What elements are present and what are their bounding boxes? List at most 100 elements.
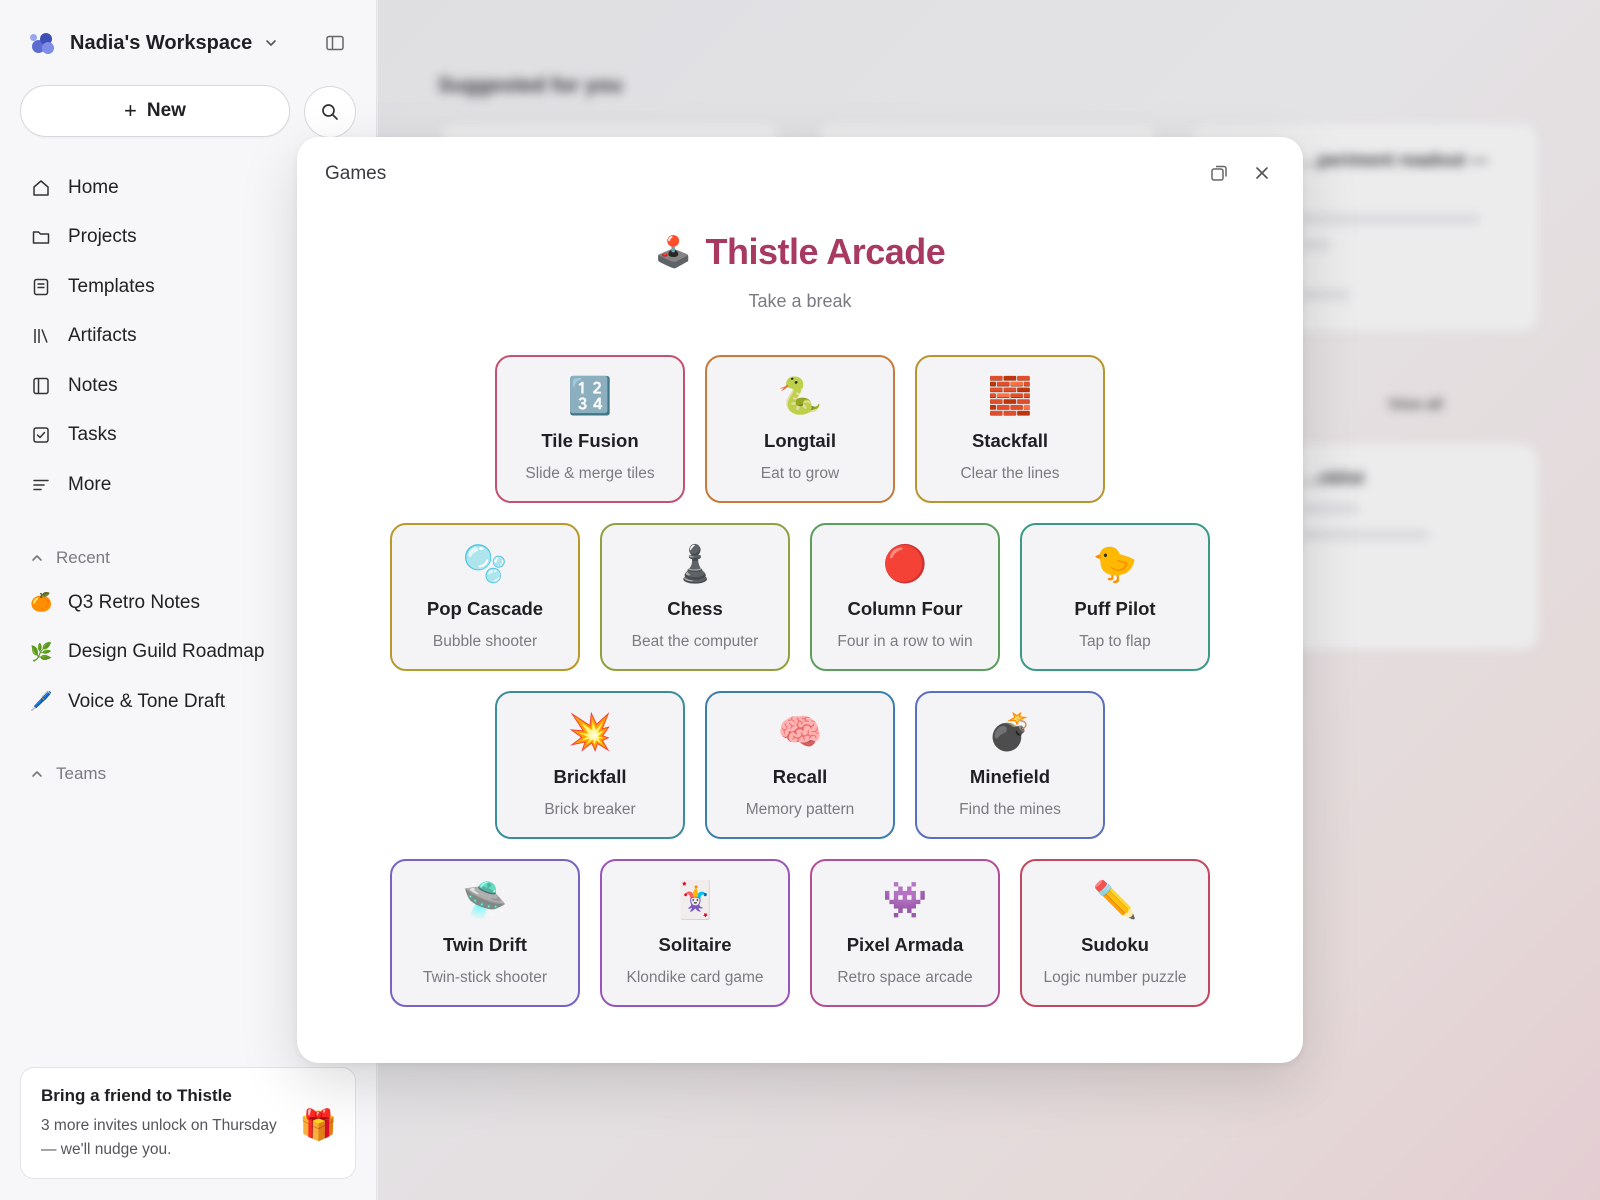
chevron-up-icon bbox=[32, 771, 42, 777]
game-name: Recall bbox=[772, 766, 828, 787]
game-description: Four in a row to win bbox=[837, 633, 973, 650]
notebook-icon bbox=[30, 375, 52, 397]
invite-promo-card[interactable]: Bring a friend to Thistle 3 more invites… bbox=[20, 1067, 356, 1179]
game-description: Brick breaker bbox=[544, 801, 636, 818]
game-name: Column Four bbox=[847, 598, 963, 619]
arcade-title: 🕹️ Thistle Arcade bbox=[297, 231, 1303, 273]
search-icon bbox=[322, 104, 338, 120]
library-icon bbox=[30, 325, 52, 347]
game-description: Tap to flap bbox=[1079, 633, 1151, 650]
chevron-up-icon bbox=[32, 555, 42, 561]
game-card[interactable]: 🐤 Puff Pilot Tap to flap bbox=[1020, 523, 1210, 671]
game-name: Sudoku bbox=[1081, 934, 1149, 955]
promo-body: 3 more invites unlock on Thursday — we'l… bbox=[41, 1117, 277, 1158]
game-card[interactable]: 🧠 Recall Memory pattern bbox=[705, 691, 895, 839]
games-modal: Games 🕹️ Thistle Arcade Take a break 🔢 Til… bbox=[297, 137, 1303, 1063]
orange-icon: 🍊 bbox=[30, 592, 53, 613]
recent-label: Recent bbox=[56, 548, 110, 567]
game-description: Slide & merge tiles bbox=[525, 465, 655, 482]
game-card[interactable]: 🔴 Column Four Four in a row to win bbox=[810, 523, 1000, 671]
explosion-icon: 💥 bbox=[567, 711, 613, 752]
numbers-icon: 🔢 bbox=[567, 375, 613, 416]
recent-item-label: Design Guild Roadmap bbox=[68, 641, 265, 663]
bricks-icon: 🧱 bbox=[987, 375, 1033, 416]
alien-monster-icon: 👾 bbox=[882, 879, 928, 920]
expand-window-icon[interactable] bbox=[1209, 163, 1229, 183]
game-card[interactable]: 🛸 Twin Drift Twin-stick shooter bbox=[390, 859, 580, 1007]
teams-section-toggle[interactable]: Teams bbox=[30, 764, 106, 784]
game-card[interactable]: 💥 Brickfall Brick breaker bbox=[495, 691, 685, 839]
game-name: Twin Drift bbox=[443, 934, 527, 955]
game-card[interactable]: ♟️ Chess Beat the computer bbox=[600, 523, 790, 671]
nav-label: Artifacts bbox=[68, 325, 137, 347]
game-description: Find the mines bbox=[959, 801, 1061, 818]
recent-item-label: Q3 Retro Notes bbox=[68, 591, 200, 613]
nav-label: Tasks bbox=[68, 424, 117, 446]
game-card[interactable]: 👾 Pixel Armada Retro space arcade bbox=[810, 859, 1000, 1007]
recent-item-label: Voice & Tone Draft bbox=[68, 690, 226, 712]
new-button[interactable]: + New bbox=[20, 85, 290, 137]
game-description: Beat the computer bbox=[631, 633, 759, 650]
workspace-switcher[interactable]: Nadia's Workspace bbox=[30, 26, 278, 60]
game-name: Stackfall bbox=[971, 430, 1049, 451]
chess-pawn-icon: ♟️ bbox=[672, 543, 718, 584]
game-description: Eat to grow bbox=[760, 465, 840, 482]
new-button-label: New bbox=[146, 100, 186, 121]
game-description: Klondike card game bbox=[626, 969, 764, 986]
nav-label: Templates bbox=[68, 275, 155, 297]
game-name: Brickfall bbox=[553, 766, 627, 787]
joker-card-icon: 🃏 bbox=[672, 879, 718, 920]
game-card[interactable]: 🐍 Longtail Eat to grow bbox=[705, 355, 895, 503]
promo-title: Bring a friend to Thistle bbox=[41, 1086, 232, 1105]
pen-icon: 🖊️ bbox=[30, 691, 53, 712]
ufo-icon: 🛸 bbox=[462, 879, 508, 920]
snake-icon: 🐍 bbox=[777, 375, 823, 416]
game-card[interactable]: 🧱 Stackfall Clear the lines bbox=[915, 355, 1105, 503]
game-description: Logic number puzzle bbox=[1043, 969, 1187, 986]
arcade-title-text: Thistle Arcade bbox=[705, 231, 946, 272]
home-icon bbox=[30, 177, 52, 199]
game-description: Bubble shooter bbox=[432, 633, 538, 650]
modal-title: Games bbox=[325, 163, 387, 184]
chevron-down-icon bbox=[266, 40, 277, 46]
plus-icon: + bbox=[124, 98, 137, 123]
chick-icon: 🐤 bbox=[1092, 543, 1138, 584]
red-circle-icon: 🔴 bbox=[882, 543, 928, 584]
game-description: Twin-stick shooter bbox=[422, 969, 548, 986]
pencil-icon: ✏️ bbox=[1092, 879, 1138, 920]
game-description: Retro space arcade bbox=[837, 969, 973, 986]
game-name: Tile Fusion bbox=[541, 430, 639, 451]
game-name: Puff Pilot bbox=[1074, 598, 1156, 619]
nav-label: Home bbox=[68, 176, 119, 198]
game-card[interactable]: ✏️ Sudoku Logic number puzzle bbox=[1020, 859, 1210, 1007]
recent-section-toggle[interactable]: Recent bbox=[30, 548, 110, 568]
game-name: Longtail bbox=[764, 430, 836, 451]
herb-icon: 🌿 bbox=[30, 641, 53, 662]
game-name: Solitaire bbox=[658, 934, 732, 955]
bubbles-icon: 🫧 bbox=[462, 543, 508, 584]
game-card[interactable]: 🔢 Tile Fusion Slide & merge tiles bbox=[495, 355, 685, 503]
arcade-subtitle: Take a break bbox=[748, 291, 852, 311]
nav-label: Notes bbox=[68, 374, 118, 396]
bomb-icon: 💣 bbox=[987, 711, 1033, 752]
game-description: Clear the lines bbox=[960, 465, 1060, 482]
game-card[interactable]: 🫧 Pop Cascade Bubble shooter bbox=[390, 523, 580, 671]
checkbox-icon bbox=[30, 424, 52, 446]
game-card[interactable]: 💣 Minefield Find the mines bbox=[915, 691, 1105, 839]
game-card[interactable]: 🃏 Solitaire Klondike card game bbox=[600, 859, 790, 1007]
search-button[interactable] bbox=[304, 86, 356, 138]
gift-icon: 🎁 bbox=[299, 1109, 337, 1142]
folder-icon bbox=[30, 226, 52, 248]
game-name: Chess bbox=[667, 598, 723, 619]
workspace-name: Nadia's Workspace bbox=[70, 31, 253, 54]
nav-label: Projects bbox=[68, 226, 137, 248]
close-icon[interactable] bbox=[1252, 163, 1272, 183]
teams-label: Teams bbox=[56, 764, 107, 783]
brain-icon: 🧠 bbox=[777, 711, 823, 752]
game-name: Minefield bbox=[969, 766, 1051, 787]
game-name: Pixel Armada bbox=[846, 934, 964, 955]
workspace-logo-icon bbox=[30, 30, 56, 56]
sidebar-toggle-icon[interactable] bbox=[324, 32, 346, 54]
game-name: Pop Cascade bbox=[426, 598, 544, 619]
more-lines-icon bbox=[30, 474, 52, 496]
